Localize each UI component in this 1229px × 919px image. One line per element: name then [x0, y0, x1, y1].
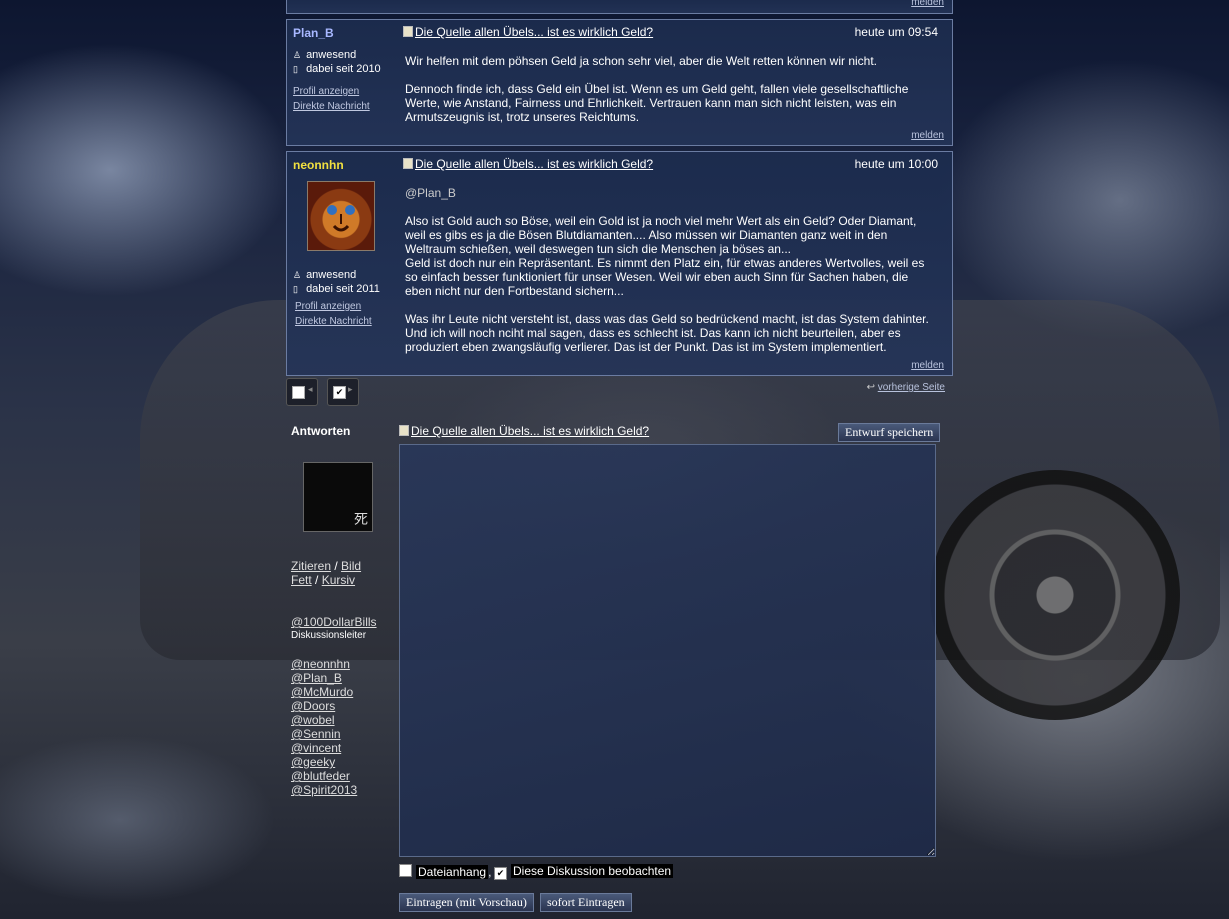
arrow-right-icon: ▸: [348, 384, 353, 394]
separator: /: [315, 573, 319, 587]
pagination: ↩ vorherige Seite: [867, 382, 945, 393]
avatar[interactable]: 死: [303, 462, 373, 532]
attachment-checkbox[interactable]: [399, 864, 412, 877]
leader-role: Diskussionsleiter: [291, 630, 367, 641]
direct-message-link[interactable]: Direkte Nachricht: [293, 99, 393, 114]
post-author-meta: ♙ anwesend ▯ dabei seit 2011: [293, 268, 380, 296]
mention-link[interactable]: @blutfeder: [291, 769, 411, 783]
post-body: @Plan_B Also ist Gold auch so Böse, weil…: [405, 186, 938, 368]
mention-link[interactable]: @Spirit2013: [291, 783, 411, 797]
submit-preview-button[interactable]: Eintragen (mit Vorschau): [399, 893, 534, 912]
post-username[interactable]: neonnhn: [293, 158, 393, 172]
mention-link[interactable]: @neonnhn: [291, 657, 411, 671]
previous-post-footer: melden: [286, 0, 953, 14]
mention-link[interactable]: @Doors: [291, 699, 411, 713]
mention-link[interactable]: @geeky: [291, 755, 411, 769]
mention-link[interactable]: @McMurdo: [291, 685, 411, 699]
post-author-column: neonnhn: [293, 158, 393, 172]
watch-checkbox[interactable]: ✔: [494, 867, 507, 880]
post-username[interactable]: Plan_B: [293, 26, 393, 40]
lion-avatar-icon: [327, 205, 355, 232]
reply-sidebar: Antworten 死 Zitieren / Bild Fett / Kursi…: [291, 424, 391, 797]
document-icon: [399, 425, 409, 436]
post-plan-b: Plan_B ♙ anwesend ▯ dabei seit 2010 Prof…: [286, 19, 953, 146]
calendar-icon: ▯: [293, 64, 298, 74]
document-icon: [403, 26, 413, 37]
document-icon: [403, 158, 413, 169]
post-time: heute um 10:00: [854, 157, 938, 171]
reply-title-row: Die Quelle allen Übels... ist es wirklic…: [399, 424, 649, 438]
profile-link[interactable]: Profil anzeigen: [293, 84, 393, 99]
watch-label: Diese Diskussion beobachten: [511, 864, 674, 878]
report-link[interactable]: melden: [911, 360, 944, 371]
person-icon: ♙: [293, 50, 302, 60]
bold-link[interactable]: Fett: [291, 573, 312, 587]
report-link[interactable]: melden: [911, 130, 944, 141]
arrow-left-icon: ◂: [308, 384, 313, 394]
select-box-left[interactable]: ◂: [286, 378, 318, 406]
post-paragraph: Dennoch finde ich, dass Geld ein Übel is…: [405, 82, 909, 124]
report-link[interactable]: melden: [911, 0, 944, 8]
mention-link[interactable]: @wobel: [291, 713, 411, 727]
mention-link[interactable]: @vincent: [291, 741, 411, 755]
post-body: Wir helfen mit dem pöhsen Geld ja schon …: [405, 54, 938, 138]
post-paragraph: Was ihr Leute nicht versteht ist, dass w…: [405, 312, 929, 354]
online-status: anwesend: [306, 269, 357, 281]
post-paragraph: Geld ist doch nur ein Repräsentant. Es n…: [405, 256, 925, 298]
mention-list: @neonnhn @Plan_B @McMurdo @Doors @wobel @Senn…: [291, 657, 411, 797]
post-paragraph: Also ist Gold auch so Böse, weil ein Gol…: [405, 214, 917, 256]
mention-link[interactable]: @Sennin: [291, 727, 411, 741]
post-author-meta: ♙ anwesend ▯ dabei seit 2010: [293, 48, 393, 76]
post-title-link[interactable]: Die Quelle allen Übels... ist es wirklic…: [415, 25, 653, 39]
attachment-label: Dateianhang: [416, 865, 489, 879]
select-box-right[interactable]: ✔ ▸: [327, 378, 359, 406]
reply-heading: Antworten: [291, 424, 351, 438]
reply-textarea[interactable]: [399, 444, 936, 857]
avatar[interactable]: [307, 181, 375, 251]
direct-message-link[interactable]: Direkte Nachricht: [295, 314, 372, 329]
checkbox-unchecked[interactable]: [292, 386, 305, 399]
post-title-row: Die Quelle allen Übels... ist es wirklic…: [403, 157, 938, 173]
post-title-link[interactable]: Die Quelle allen Übels... ist es wirklic…: [415, 157, 653, 171]
image-link[interactable]: Bild: [341, 559, 361, 573]
submit-now-button[interactable]: sofort Eintragen: [540, 893, 632, 912]
return-arrow-icon: ↩: [866, 382, 875, 393]
post-title-row: Die Quelle allen Übels... ist es wirklic…: [403, 25, 938, 41]
separator: /: [334, 559, 338, 573]
post-time: heute um 09:54: [854, 25, 938, 39]
post-paragraph: @Plan_B: [405, 186, 456, 200]
checkbox-checked[interactable]: ✔: [333, 386, 346, 399]
post-neonnhn: neonnhn ♙ anwesend ▯ dabei seit 2011 Pro…: [286, 151, 953, 376]
online-status: anwesend: [306, 49, 357, 61]
separator: ,: [488, 865, 492, 879]
attachment-option[interactable]: Dateianhang,: [399, 864, 491, 879]
italic-link[interactable]: Kursiv: [322, 573, 355, 587]
post-author-column: Plan_B ♙ anwesend ▯ dabei seit 2010 Prof…: [293, 26, 393, 114]
profile-link[interactable]: Profil anzeigen: [295, 299, 372, 314]
member-since: dabei seit 2011: [306, 283, 380, 295]
member-since: dabei seit 2010: [306, 63, 381, 75]
avatar-glyph: 死: [354, 511, 368, 527]
calendar-icon: ▯: [293, 284, 298, 294]
background-wheel: [930, 470, 1180, 720]
reply-title-link[interactable]: Die Quelle allen Übels... ist es wirklic…: [411, 424, 649, 438]
mention-link[interactable]: @Plan_B: [291, 671, 411, 685]
person-icon: ♙: [293, 270, 302, 280]
post-paragraph: Wir helfen mit dem pöhsen Geld ja schon …: [405, 54, 878, 68]
previous-page-link[interactable]: vorherige Seite: [878, 382, 945, 393]
watch-option[interactable]: ✔ Diese Diskussion beobachten: [494, 864, 674, 880]
save-draft-button[interactable]: Entwurf speichern: [838, 423, 941, 442]
quote-link[interactable]: Zitieren: [291, 559, 331, 573]
leader-mention[interactable]: @100DollarBills: [291, 615, 411, 629]
